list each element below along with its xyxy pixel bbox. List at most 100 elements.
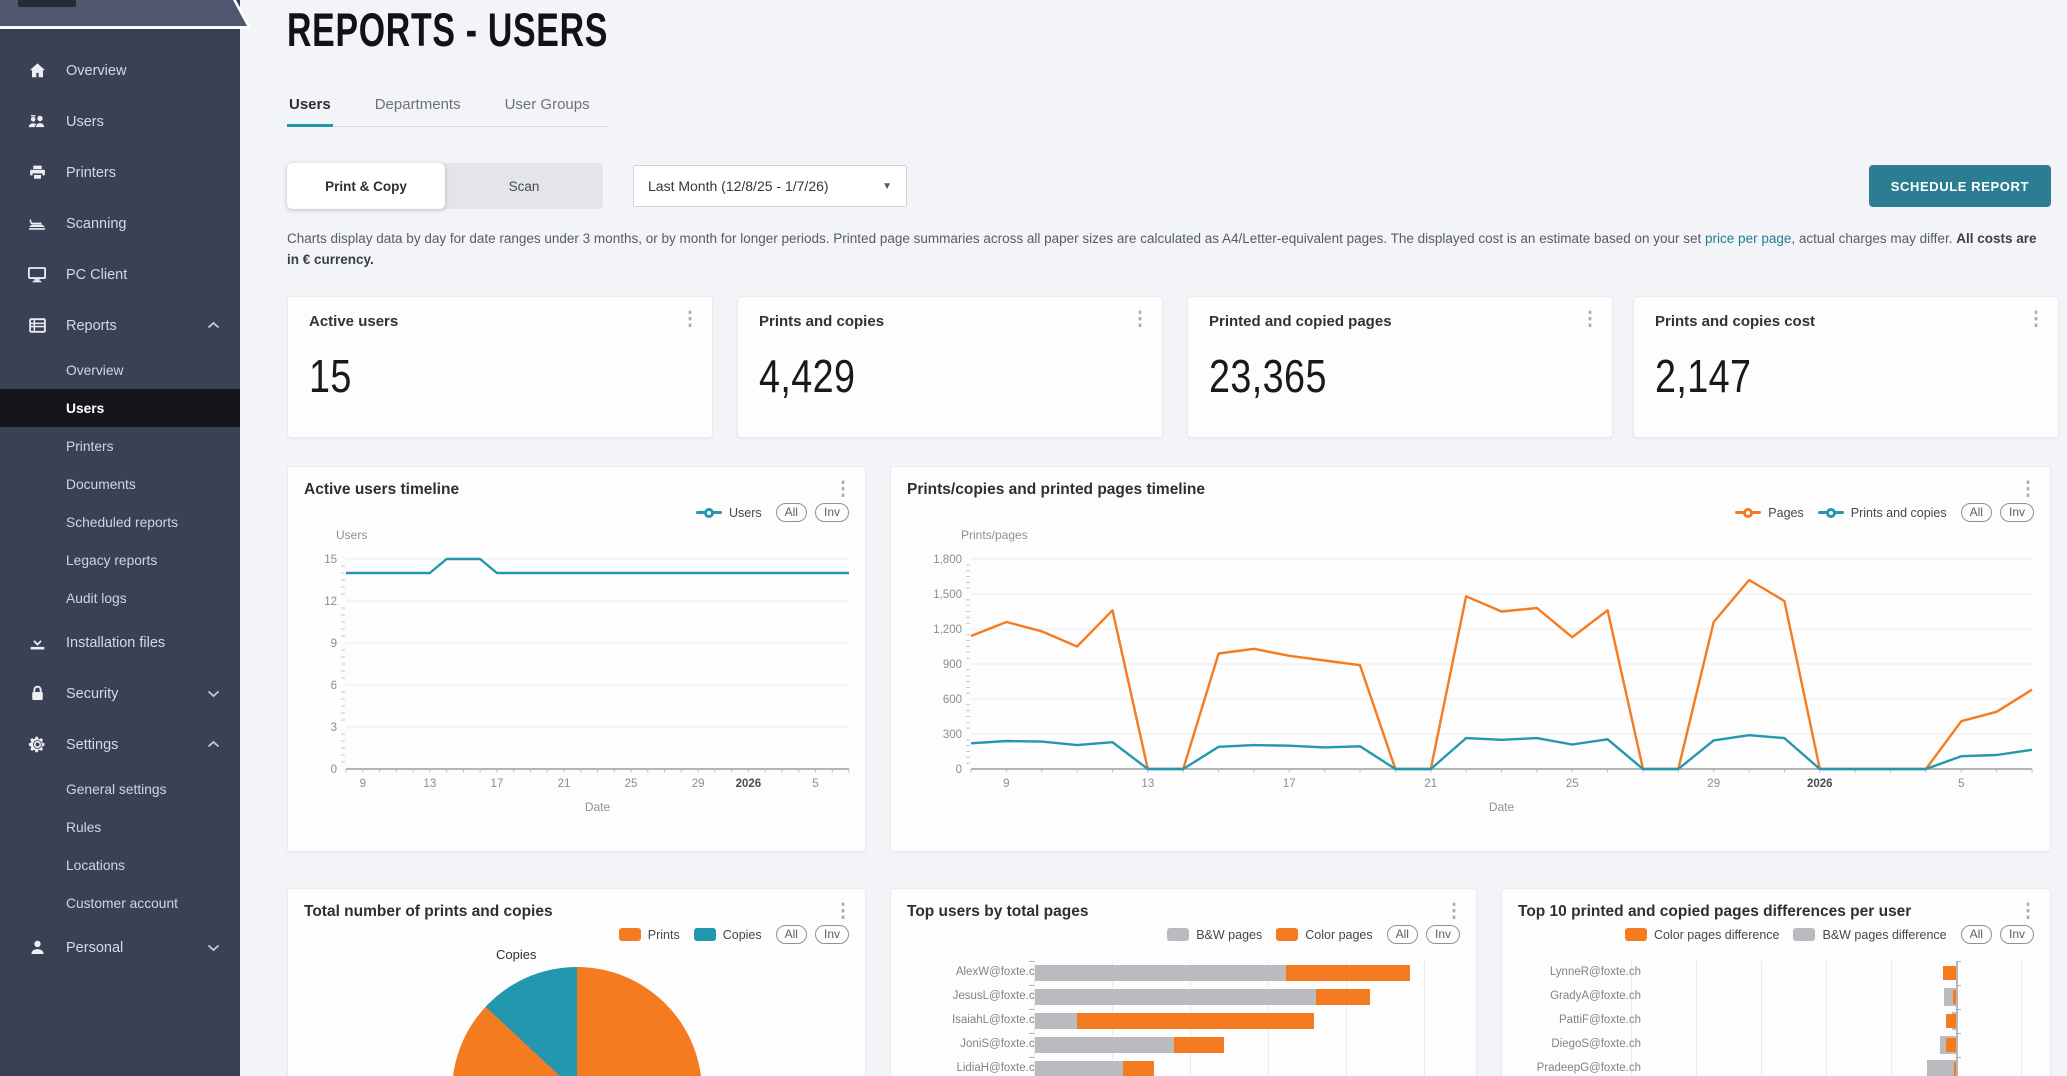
sidebar: OverviewUsersPrintersScanningPC ClientRe… bbox=[0, 0, 240, 1076]
category-tick bbox=[1956, 1009, 1961, 1010]
kebab-menu-icon[interactable] bbox=[831, 897, 855, 925]
sidebar-item-legacy-reports[interactable]: Legacy reports bbox=[0, 541, 240, 579]
svg-text:13: 13 bbox=[423, 778, 436, 790]
bar-bw-difference bbox=[1927, 1060, 1956, 1076]
sidebar-item-installation-files[interactable]: Installation files bbox=[0, 617, 240, 668]
chart-legend: Prints Copies All Inv bbox=[619, 925, 849, 944]
sidebar-item-security[interactable]: Security bbox=[0, 668, 240, 719]
svg-text:1,800: 1,800 bbox=[933, 554, 962, 566]
controls-row: Print & Copy Scan Last Month (12/8/25 - … bbox=[287, 163, 2067, 209]
date-range-value: Last Month (12/8/25 - 1/7/26) bbox=[648, 178, 829, 194]
tab-departments[interactable]: Departments bbox=[373, 88, 463, 127]
bar-color-difference bbox=[1946, 1014, 1956, 1028]
svg-text:25: 25 bbox=[625, 778, 638, 790]
stat-card-active-users: Active users 15 bbox=[287, 296, 713, 438]
svg-text:Date: Date bbox=[1489, 800, 1515, 814]
stat-card-value: 23,365 bbox=[1209, 349, 1327, 403]
kebab-menu-icon[interactable] bbox=[1128, 305, 1152, 333]
svg-text:5: 5 bbox=[812, 778, 818, 790]
bar-category-label: IsaiahL@foxte.ch bbox=[891, 1014, 1041, 1026]
bar-category-label: JesusL@foxte.ch bbox=[891, 990, 1041, 1002]
sidebar-item-scanning[interactable]: Scanning bbox=[0, 198, 240, 249]
chart-card-top-users: Top users by total pages B&W pagesColor … bbox=[890, 888, 1477, 1076]
stat-card-title: Prints and copies bbox=[759, 313, 884, 330]
sidebar-item-label: Reports bbox=[66, 318, 117, 334]
chevron-down-icon: ▼ bbox=[882, 181, 892, 192]
stat-card-title: Active users bbox=[309, 313, 398, 330]
sidebar-item-settings[interactable]: Settings bbox=[0, 719, 240, 770]
legend-item-prints[interactable]: Prints bbox=[619, 928, 680, 942]
bar-category-label: JoniS@foxte.ch bbox=[891, 1038, 1041, 1050]
tab-user-groups[interactable]: User Groups bbox=[503, 88, 592, 127]
legend-pill-inv[interactable]: Inv bbox=[815, 925, 849, 944]
category-tick bbox=[1029, 1057, 1034, 1058]
kebab-menu-icon[interactable] bbox=[1578, 305, 1602, 333]
description-text-1: Charts display data by day for date rang… bbox=[287, 231, 1705, 246]
schedule-report-button[interactable]: SCHEDULE REPORT bbox=[1869, 165, 2051, 207]
sidebar-item-printers[interactable]: Printers bbox=[0, 427, 240, 465]
svg-text:12: 12 bbox=[324, 596, 337, 608]
zero-axis-line bbox=[1956, 961, 1958, 1076]
sidebar-item-documents[interactable]: Documents bbox=[0, 465, 240, 503]
sidebar-item-printers[interactable]: Printers bbox=[0, 147, 240, 198]
chart-card-prints-pages-timeline: Prints/copies and printed pages timeline… bbox=[890, 466, 2051, 852]
pie-chart bbox=[452, 967, 702, 1076]
bar-chart-plot: AlexW@foxte.chJesusL@foxte.chIsaiahL@fox… bbox=[891, 889, 1477, 1076]
sidebar-item-general-settings[interactable]: General settings bbox=[0, 770, 240, 808]
price-per-page-link[interactable]: price per page bbox=[1705, 231, 1791, 246]
kebab-menu-icon[interactable] bbox=[678, 305, 702, 333]
sidebar-item-label: Security bbox=[66, 686, 118, 702]
legend-item-copies[interactable]: Copies bbox=[694, 928, 762, 942]
bar-category-label: PattiF@foxte.ch bbox=[1502, 1014, 1641, 1026]
stat-card-title: Printed and copied pages bbox=[1209, 313, 1392, 330]
sidebar-item-customer-account[interactable]: Customer account bbox=[0, 884, 240, 922]
chart-title: Total number of prints and copies bbox=[304, 903, 553, 921]
legend-pill-all[interactable]: All bbox=[776, 925, 807, 944]
bar-color-difference bbox=[1946, 1038, 1956, 1052]
toggle-print-copy[interactable]: Print & Copy bbox=[287, 163, 445, 209]
svg-text:Users: Users bbox=[336, 528, 367, 542]
report-description: Charts display data by day for date rang… bbox=[287, 228, 2047, 270]
sidebar-item-locations[interactable]: Locations bbox=[0, 846, 240, 884]
kebab-menu-icon[interactable] bbox=[2024, 305, 2048, 333]
sidebar-item-label: Overview bbox=[66, 363, 124, 378]
sidebar-item-label: Printers bbox=[66, 165, 116, 181]
bar-color-difference bbox=[1943, 966, 1956, 980]
monitor-icon bbox=[27, 265, 47, 285]
sidebar-item-audit-logs[interactable]: Audit logs bbox=[0, 579, 240, 617]
stat-card-prints-copies: Prints and copies 4,429 bbox=[737, 296, 1163, 438]
category-tick bbox=[1029, 985, 1034, 986]
stat-card-cost: Prints and copies cost 2,147 bbox=[1633, 296, 2059, 438]
tab-bar: Users Departments User Groups bbox=[287, 88, 609, 127]
sidebar-item-personal[interactable]: Personal bbox=[0, 922, 240, 973]
sidebar-item-overview[interactable]: Overview bbox=[0, 45, 240, 96]
svg-text:6: 6 bbox=[331, 680, 337, 692]
svg-text:0: 0 bbox=[956, 764, 962, 776]
date-range-dropdown[interactable]: Last Month (12/8/25 - 1/7/26) ▼ bbox=[633, 165, 907, 207]
sidebar-item-label: Personal bbox=[66, 940, 123, 956]
sidebar-item-pc-client[interactable]: PC Client bbox=[0, 249, 240, 300]
stat-card-value: 15 bbox=[309, 349, 352, 403]
person-icon bbox=[27, 938, 47, 958]
stat-card-value: 2,147 bbox=[1655, 349, 1751, 403]
scanner-icon bbox=[27, 214, 47, 234]
sidebar-item-label: Scanning bbox=[66, 216, 126, 232]
svg-text:9: 9 bbox=[1003, 778, 1009, 790]
app-root: OverviewUsersPrintersScanningPC ClientRe… bbox=[0, 0, 2067, 1076]
toggle-scan[interactable]: Scan bbox=[445, 163, 603, 209]
line-chart-plot: Prints/pages03006009001,2001,5001,800913… bbox=[891, 467, 2052, 853]
category-tick bbox=[1956, 1033, 1961, 1034]
sidebar-item-reports[interactable]: Reports bbox=[0, 300, 240, 351]
tab-users[interactable]: Users bbox=[287, 88, 333, 127]
pie-slice-label: Copies bbox=[496, 947, 536, 962]
svg-text:Prints/pages: Prints/pages bbox=[961, 528, 1028, 542]
sidebar-item-label: Documents bbox=[66, 477, 136, 492]
bar-category-label: PradeepG@foxte.ch bbox=[1502, 1062, 1641, 1074]
sidebar-item-rules[interactable]: Rules bbox=[0, 808, 240, 846]
sidebar-item-users[interactable]: Users bbox=[0, 389, 240, 427]
sidebar-item-users[interactable]: Users bbox=[0, 96, 240, 147]
grid-line bbox=[1826, 961, 1827, 1076]
sidebar-item-overview[interactable]: Overview bbox=[0, 351, 240, 389]
sidebar-item-scheduled-reports[interactable]: Scheduled reports bbox=[0, 503, 240, 541]
bar-category-label: LidiaH@foxte.ch bbox=[891, 1062, 1041, 1074]
